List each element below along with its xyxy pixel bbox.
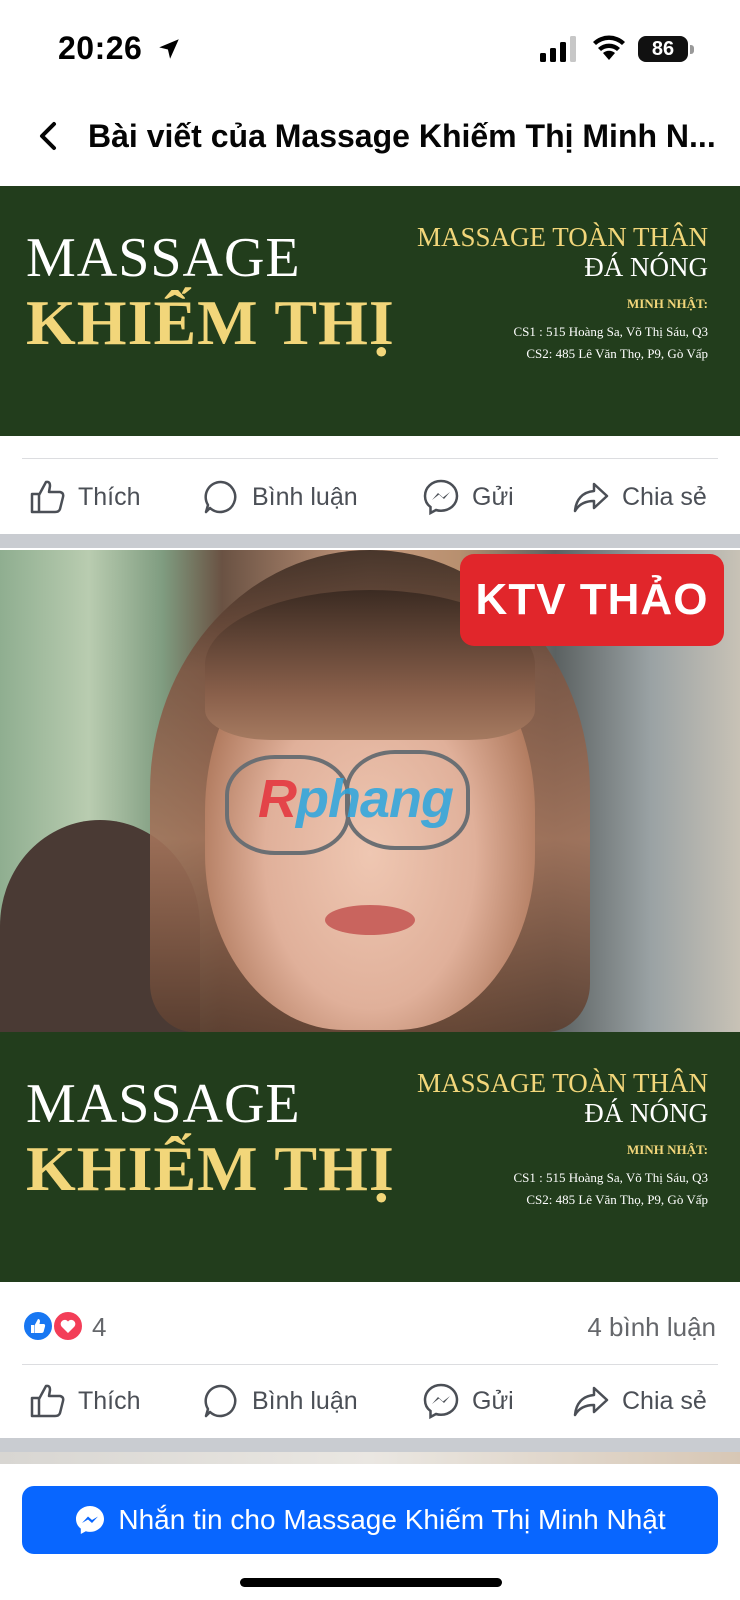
banner-address-1: CS1 : 515 Hoàng Sa, Võ Thị Sáu, Q3	[513, 324, 708, 339]
wifi-icon	[593, 35, 625, 60]
like-label: Thích	[78, 1386, 141, 1415]
share-button[interactable]: Chia sẻ	[572, 462, 707, 532]
share-icon	[573, 482, 609, 513]
banner-address-1: CS1 : 515 Hoàng Sa, Võ Thị Sáu, Q3	[513, 1170, 708, 1185]
thumbs-up-icon	[30, 1384, 65, 1418]
photo-lips	[325, 905, 415, 935]
reactions-row: 4 4 bình luận	[0, 1288, 740, 1364]
send-message-button[interactable]: Nhắn tin cho Massage Khiếm Thị Minh Nhật	[22, 1486, 718, 1554]
post-photo[interactable]: KTV THẢO Rphang	[0, 550, 740, 1032]
send-label: Gửi	[472, 482, 514, 511]
location-arrow-icon	[159, 39, 179, 59]
status-time: 20:26	[58, 30, 143, 66]
share-icon	[573, 1386, 609, 1417]
post-header: Bài viết của Massage Khiếm Thị Minh N...	[0, 96, 740, 186]
send-message-label: Nhắn tin cho Massage Khiếm Thị Minh Nhật	[118, 1504, 666, 1535]
divider	[22, 458, 718, 459]
post-separator	[0, 534, 740, 548]
banner-massage-text: MASSAGE	[26, 1073, 301, 1135]
post-separator	[0, 1438, 740, 1452]
banner-address-2: CS2: 485 Lê Văn Thọ, P9, Gò Vấp	[526, 1192, 708, 1207]
love-reaction-icon[interactable]	[52, 1310, 84, 1342]
divider	[22, 1364, 718, 1365]
banner-service-sub-text: ĐÁ NÓNG	[584, 252, 708, 282]
banner-service-sub-text: ĐÁ NÓNG	[584, 1098, 708, 1128]
share-label: Chia sẻ	[622, 482, 707, 511]
banner-service-text: MASSAGE TOÀN THÂN	[416, 222, 708, 252]
comment-label: Bình luận	[252, 1386, 358, 1415]
comment-label: Bình luận	[252, 482, 358, 511]
messenger-icon	[423, 479, 459, 516]
home-indicator[interactable]	[240, 1578, 502, 1587]
status-bar: 20:26 86	[0, 0, 740, 96]
banner-massage-text: MASSAGE	[26, 227, 301, 289]
send-label: Gửi	[472, 1386, 514, 1415]
like-button[interactable]: Thích	[28, 462, 141, 532]
like-label: Thích	[78, 482, 141, 511]
comment-icon	[204, 1384, 237, 1418]
banner-image-top[interactable]: MASSAGE KHIẾM THỊ MASSAGE TOÀN THÂN ĐÁ N…	[0, 186, 740, 436]
share-label: Chia sẻ	[622, 1386, 707, 1415]
next-post-preview	[0, 1452, 740, 1464]
like-button[interactable]: Thích	[28, 1366, 141, 1436]
comment-button[interactable]: Bình luận	[202, 462, 358, 532]
banner-khiem-thi-text: KHIẾM THỊ	[26, 1133, 395, 1204]
messenger-icon	[76, 1506, 105, 1534]
watermark-rest: phang	[296, 769, 454, 829]
banner-image-bottom[interactable]: MASSAGE KHIẾM THỊ MASSAGE TOÀN THÂN ĐÁ N…	[0, 1032, 740, 1282]
comment-icon	[204, 480, 237, 514]
page-title: Bài viết của Massage Khiếm Thị Minh N...	[88, 118, 716, 154]
send-button[interactable]: Gửi	[422, 462, 514, 532]
messenger-icon	[423, 1383, 459, 1420]
banner-khiem-thi-text: KHIẾM THỊ	[26, 287, 395, 358]
like-reaction-icon[interactable]	[22, 1310, 54, 1342]
send-button[interactable]: Gửi	[422, 1366, 514, 1436]
comments-count[interactable]: 4 bình luận	[587, 1312, 716, 1343]
thumbs-up-icon	[30, 480, 65, 514]
action-bar: Thích Bình luận Gửi Chia sẻ	[0, 462, 740, 532]
watermark-first-letter: R	[258, 769, 297, 829]
action-bar: Thích Bình luận Gửi Chia sẻ	[0, 1366, 740, 1436]
battery-icon: 86	[638, 36, 694, 62]
reaction-count[interactable]: 4	[92, 1312, 106, 1343]
ktv-badge: KTV THẢO	[460, 554, 724, 646]
banner-service-text: MASSAGE TOÀN THÂN	[416, 1068, 708, 1098]
banner-brand-text: MINH NHẬT:	[626, 296, 708, 311]
comment-button[interactable]: Bình luận	[202, 1366, 358, 1436]
chevron-left-icon[interactable]	[30, 118, 66, 154]
watermark-logo: Rphang	[258, 768, 454, 830]
banner-address-2: CS2: 485 Lê Văn Thọ, P9, Gò Vấp	[526, 346, 708, 361]
banner-brand-text: MINH NHẬT:	[626, 1142, 708, 1157]
share-button[interactable]: Chia sẻ	[572, 1366, 707, 1436]
signal-icon	[540, 36, 576, 62]
